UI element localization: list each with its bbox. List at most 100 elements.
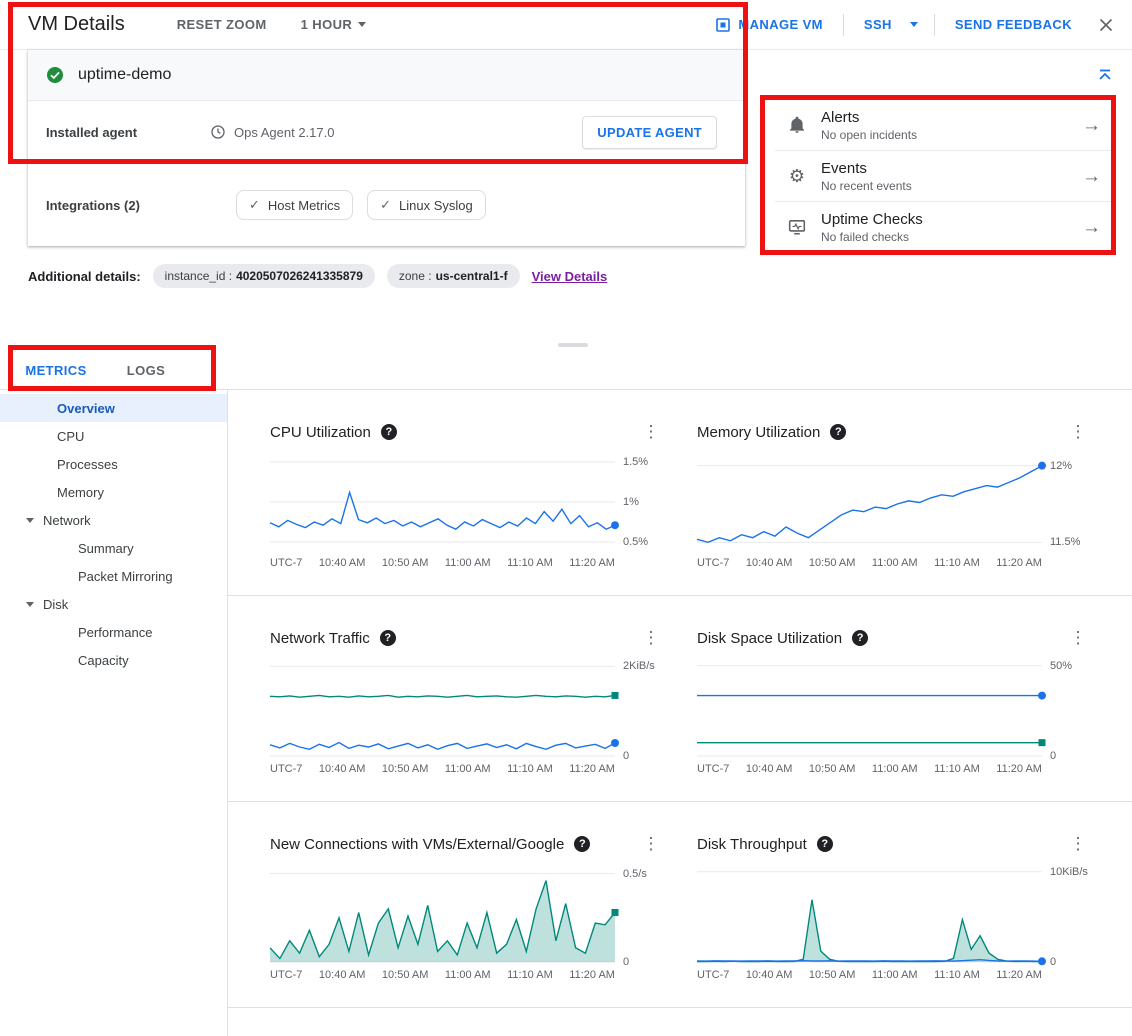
close-button[interactable] — [1094, 13, 1118, 37]
divider — [843, 14, 844, 36]
ssh-dropdown-button[interactable] — [906, 18, 922, 31]
more-options-icon[interactable]: ⋮ — [642, 422, 660, 442]
chart-disk-space-utilization: Disk Space Utilization?⋮50%0UTC-710:40 A… — [697, 626, 1087, 775]
x-axis-label: 11:20 AM — [569, 763, 615, 775]
time-range-label: 1 HOUR — [301, 17, 353, 32]
tab-logs[interactable]: LOGS — [101, 352, 191, 389]
x-axis-label: UTC-7 — [697, 763, 729, 775]
more-options-icon[interactable]: ⋮ — [642, 628, 660, 648]
x-axis-label: 11:00 AM — [872, 557, 918, 569]
chart-plot — [270, 458, 615, 550]
x-axis-label: 11:20 AM — [996, 763, 1042, 775]
x-axis-label: 10:50 AM — [809, 969, 855, 981]
uptime-checks-title: Uptime Checks — [821, 211, 923, 228]
agent-version-text: Ops Agent 2.17.0 — [234, 125, 334, 140]
manage-vm-button[interactable]: MANAGE VM — [706, 10, 831, 40]
sidebar-item-memory[interactable]: Memory — [0, 478, 227, 506]
help-icon[interactable]: ? — [817, 836, 833, 852]
x-axis-labels: UTC-710:40 AM10:50 AM11:00 AM11:10 AM11:… — [697, 763, 1042, 775]
sidebar-item-label: CPU — [57, 429, 84, 444]
events-row[interactable]: ⚙ Events No recent events → — [775, 151, 1115, 202]
x-axis-label: 11:00 AM — [445, 969, 491, 981]
panel-resize-handle[interactable] — [558, 343, 588, 347]
sidebar-item-overview[interactable]: Overview — [0, 394, 227, 422]
clock-icon — [210, 124, 226, 140]
chart-new-connections-with-vms-external-google: New Connections with VMs/External/Google… — [270, 832, 660, 981]
y-axis-label: 1% — [623, 496, 639, 508]
x-axis-labels: UTC-710:40 AM10:50 AM11:00 AM11:10 AM11:… — [697, 969, 1042, 981]
send-feedback-button[interactable]: SEND FEEDBACK — [947, 11, 1080, 38]
chip-key: zone : — [399, 269, 432, 283]
sidebar-item-label: Overview — [57, 401, 115, 416]
close-icon — [1098, 17, 1114, 33]
x-axis-label: 10:40 AM — [746, 557, 792, 569]
y-axis-label: 0 — [623, 956, 629, 968]
x-axis-label: 10:50 AM — [382, 969, 428, 981]
x-axis-label: 11:00 AM — [872, 763, 918, 775]
chart-plot-area: 0.5/s0 — [270, 870, 615, 962]
ssh-button[interactable]: SSH — [856, 11, 900, 38]
x-axis-label: 11:00 AM — [445, 557, 491, 569]
x-axis-label: 11:10 AM — [934, 557, 980, 569]
vm-summary-card: uptime-demo Installed agent Ops Agent 2.… — [28, 50, 745, 246]
installed-agent-row: Installed agent Ops Agent 2.17.0 UPDATE … — [28, 101, 745, 163]
sidebar-item-packet-mirroring[interactable]: Packet Mirroring — [0, 562, 227, 590]
sidebar-item-label: Processes — [57, 457, 118, 472]
help-icon[interactable]: ? — [381, 424, 397, 440]
x-axis-label: 10:50 AM — [809, 763, 855, 775]
reset-zoom-button[interactable]: RESET ZOOM — [169, 11, 275, 38]
help-icon[interactable]: ? — [380, 630, 396, 646]
help-icon[interactable]: ? — [574, 836, 590, 852]
y-axis-label: 0.5/s — [623, 868, 647, 880]
x-axis-labels: UTC-710:40 AM10:50 AM11:00 AM11:10 AM11:… — [270, 763, 615, 775]
manage-vm-label: MANAGE VM — [738, 17, 823, 32]
more-options-icon[interactable]: ⋮ — [1069, 628, 1087, 648]
view-details-link[interactable]: View Details — [532, 269, 608, 284]
sidebar-item-capacity[interactable]: Capacity — [0, 646, 227, 674]
y-axis-label: 0 — [1050, 750, 1056, 762]
sidebar-item-disk[interactable]: Disk — [0, 590, 227, 618]
arrow-right-icon: → — [1082, 218, 1101, 237]
y-axis-label: 1.5% — [623, 456, 648, 468]
y-axis-label: 0 — [1050, 956, 1056, 968]
x-axis-label: 10:50 AM — [382, 557, 428, 569]
y-axis-label: 11.5% — [1050, 536, 1080, 548]
chart-cpu-utilization: CPU Utilization?⋮1.5%1%0.5%UTC-710:40 AM… — [270, 420, 660, 569]
more-options-icon[interactable]: ⋮ — [642, 834, 660, 854]
vm-details-page: VM Details RESET ZOOM 1 HOUR MANAGE VM S… — [0, 0, 1132, 1036]
sidebar-item-summary[interactable]: Summary — [0, 534, 227, 562]
sidebar-item-network[interactable]: Network — [0, 506, 227, 534]
chart-title: CPU Utilization — [270, 424, 371, 441]
uptime-checks-row[interactable]: Uptime Checks No failed checks → — [775, 202, 1115, 252]
more-options-icon[interactable]: ⋮ — [1069, 834, 1087, 854]
status-ok-icon — [46, 66, 64, 84]
integration-chip-host-metrics: ✓ Host Metrics — [236, 190, 353, 220]
chart-title: New Connections with VMs/External/Google — [270, 836, 564, 853]
sidebar-item-cpu[interactable]: CPU — [0, 422, 227, 450]
update-agent-button[interactable]: UPDATE AGENT — [582, 116, 717, 149]
more-options-icon[interactable]: ⋮ — [1069, 422, 1087, 442]
sidebar-item-performance[interactable]: Performance — [0, 618, 227, 646]
vm-name: uptime-demo — [78, 66, 171, 84]
x-axis-labels: UTC-710:40 AM10:50 AM11:00 AM11:10 AM11:… — [697, 557, 1042, 569]
metrics-content: Overview CPU Processes MemoryNetworkSummary… — [0, 390, 1132, 1036]
x-axis-label: 10:50 AM — [809, 557, 855, 569]
sidebar-item-processes[interactable]: Processes — [0, 450, 227, 478]
x-axis-label: UTC-7 — [697, 969, 729, 981]
chart-network-traffic: Network Traffic?⋮2KiB/s0UTC-710:40 AM10:… — [270, 626, 660, 775]
tab-metrics[interactable]: METRICS — [11, 352, 101, 389]
chart-title: Memory Utilization — [697, 424, 820, 441]
collapse-panel-button[interactable] — [1092, 62, 1118, 88]
x-axis-label: UTC-7 — [270, 969, 302, 981]
x-axis-label: 11:20 AM — [569, 557, 615, 569]
chart-memory-utilization: Memory Utilization?⋮12%11.5%UTC-710:40 A… — [697, 420, 1087, 569]
sidebar-item-label: Capacity — [78, 653, 129, 668]
monitor-icon — [785, 218, 809, 236]
help-icon[interactable]: ? — [830, 424, 846, 440]
help-icon[interactable]: ? — [852, 630, 868, 646]
time-range-dropdown[interactable]: 1 HOUR — [293, 11, 375, 38]
chart-plot — [697, 458, 1042, 550]
chevron-down-icon — [26, 602, 34, 607]
alerts-row[interactable]: Alerts No open incidents → — [775, 100, 1115, 151]
alerts-title: Alerts — [821, 109, 917, 126]
